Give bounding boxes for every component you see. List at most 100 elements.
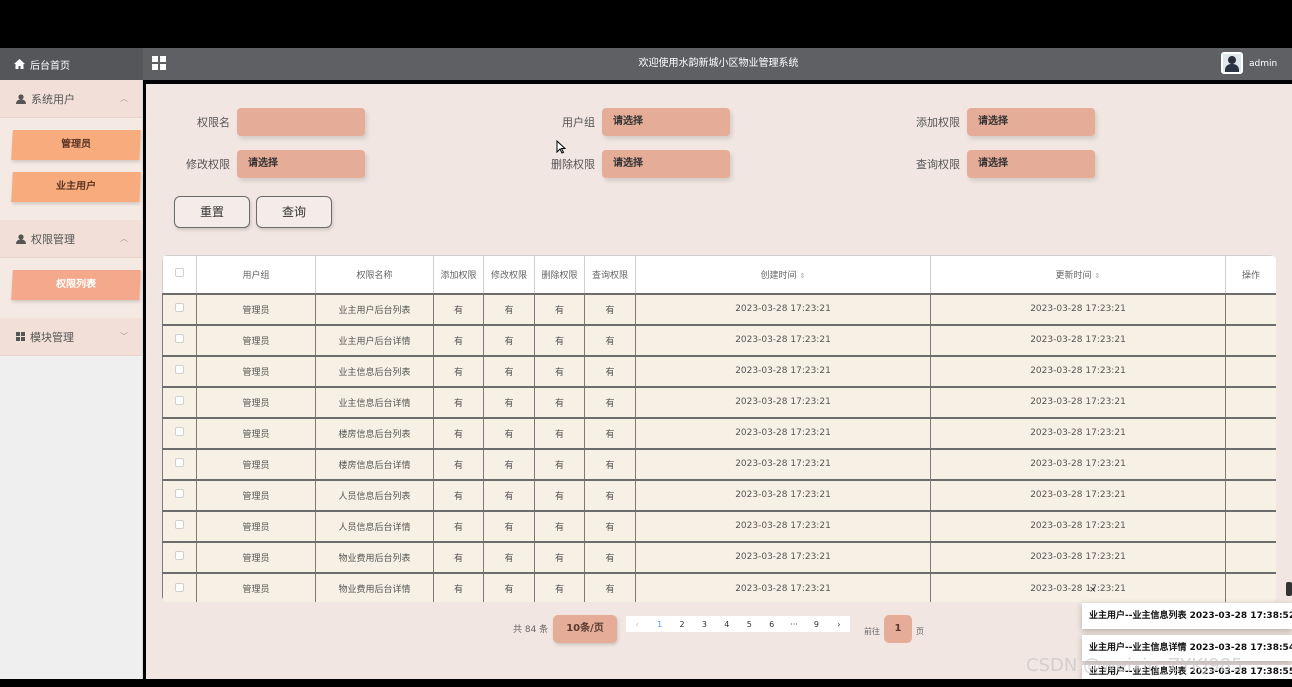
page-3[interactable]: 3 xyxy=(693,620,715,629)
user-icon xyxy=(16,233,26,244)
next-page-button[interactable]: › xyxy=(828,620,850,629)
sort-icon[interactable]: ⇕ xyxy=(1095,272,1101,280)
cell-select[interactable] xyxy=(162,385,197,418)
page-2[interactable]: 2 xyxy=(671,620,693,629)
page-scrollbar[interactable] xyxy=(1286,582,1292,596)
cell-perm-name: 业主信息后台列表 xyxy=(315,354,434,387)
cell-actions[interactable] xyxy=(1225,478,1276,511)
menu-permission-management[interactable]: 权限管理 ︿ xyxy=(0,220,142,258)
page-ellipsis[interactable]: ··· xyxy=(783,620,805,629)
sidebar-item-admin[interactable]: 管理员 xyxy=(11,130,141,160)
cell-select[interactable] xyxy=(162,447,197,480)
header-select-all[interactable] xyxy=(162,255,197,294)
edit-perm-select[interactable]: 请选择 xyxy=(237,150,365,178)
cell-perm-name: 业主用户后台列表 xyxy=(315,292,434,325)
sidebar-item-permission-list[interactable]: 权限列表 xyxy=(11,270,141,300)
header-created[interactable]: 创建时间 ⇕ xyxy=(635,255,931,294)
row-checkbox[interactable] xyxy=(175,303,184,312)
cell-edit: 有 xyxy=(483,323,535,356)
cell-created: 2023-03-28 17:23:21 xyxy=(635,509,931,542)
cell-actions[interactable] xyxy=(1225,385,1276,418)
page-4[interactable]: 4 xyxy=(716,620,738,629)
cell-user-group: 管理员 xyxy=(196,478,316,511)
cell-actions[interactable] xyxy=(1225,292,1276,325)
screen-bottom-border xyxy=(0,679,1292,687)
cell-select[interactable] xyxy=(162,571,197,602)
cell-actions[interactable] xyxy=(1225,447,1276,480)
cell-edit: 有 xyxy=(483,447,535,480)
table-row[interactable]: 管理员 楼房信息后台详情有有有有 2023-03-28 17:23:21 2023-0… xyxy=(162,447,1276,480)
cell-perm-name: 物业费用后台详情 xyxy=(315,571,434,602)
cell-select[interactable] xyxy=(162,509,197,542)
goto-page-input[interactable]: 1 xyxy=(884,615,912,643)
menu-system-users[interactable]: 系统用户 ︿ xyxy=(0,80,142,118)
row-checkbox[interactable] xyxy=(175,365,184,374)
row-checkbox[interactable] xyxy=(175,551,184,560)
row-checkbox[interactable] xyxy=(175,489,184,498)
chevron-down-icon: ﹀ xyxy=(120,332,128,341)
query-perm-select[interactable]: 请选择 xyxy=(967,150,1095,178)
cell-actions[interactable] xyxy=(1225,540,1276,573)
username[interactable]: admin xyxy=(1249,48,1277,80)
add-perm-select[interactable]: 请选择 xyxy=(967,108,1095,136)
user-group-select[interactable]: 请选择 xyxy=(602,108,730,136)
row-checkbox[interactable] xyxy=(175,458,184,467)
cell-select[interactable] xyxy=(162,354,197,387)
table-row[interactable]: 管理员 业主信息后台列表有有有有 2023-03-28 17:23:21 2023-0… xyxy=(162,354,1276,387)
cell-created: 2023-03-28 17:23:21 xyxy=(635,478,931,511)
cell-edit: 有 xyxy=(483,354,535,387)
menu-module-management[interactable]: 模块管理 ﹀ xyxy=(0,318,142,356)
search-button[interactable]: 查询 xyxy=(256,196,332,228)
page-5[interactable]: 5 xyxy=(738,620,760,629)
sidebar-item-owner-users[interactable]: 业主用户 xyxy=(11,172,141,202)
table-row[interactable]: 管理员 物业费用后台列表有有有有 2023-03-28 17:23:21 2023-0… xyxy=(162,540,1276,573)
cell-user-group: 管理员 xyxy=(196,323,316,356)
table-row[interactable]: 管理员 业主用户后台详情有有有有 2023-03-28 17:23:21 2023-0… xyxy=(162,323,1276,356)
delete-perm-select[interactable]: 请选择 xyxy=(602,150,730,178)
table-row[interactable]: 管理员 业主信息后台详情有有有有 2023-03-28 17:23:21 2023-0… xyxy=(162,385,1276,418)
cell-query: 有 xyxy=(584,385,636,418)
notification-close-icon[interactable]: × xyxy=(1089,585,1097,595)
row-checkbox[interactable] xyxy=(175,427,184,436)
select-all-checkbox[interactable] xyxy=(175,268,184,278)
header-actions: 操作 xyxy=(1225,255,1276,294)
cell-query: 有 xyxy=(584,323,636,356)
cell-delete: 有 xyxy=(534,354,585,387)
table-row[interactable]: 管理员 楼房信息后台列表有有有有 2023-03-28 17:23:21 2023-0… xyxy=(162,416,1276,449)
cell-delete: 有 xyxy=(534,478,585,511)
reset-button[interactable]: 重置 xyxy=(174,196,250,228)
table-row[interactable]: 管理员 人员信息后台列表有有有有 2023-03-28 17:23:21 2023-0… xyxy=(162,478,1276,511)
page-size-select[interactable]: 10条/页 xyxy=(553,615,617,643)
sort-icon[interactable]: ⇕ xyxy=(800,272,806,280)
cell-user-group: 管理员 xyxy=(196,292,316,325)
table-row[interactable]: 管理员 业主用户后台列表有有有有 2023-03-28 17:23:21 2023-0… xyxy=(162,292,1276,325)
prev-page-button[interactable]: ‹ xyxy=(626,620,648,629)
cell-actions[interactable] xyxy=(1225,509,1276,542)
page-9[interactable]: 9 xyxy=(805,620,827,629)
cell-select[interactable] xyxy=(162,416,197,449)
cell-add: 有 xyxy=(433,478,484,511)
row-checkbox[interactable] xyxy=(175,520,184,529)
header-updated[interactable]: 更新时间 ⇕ xyxy=(930,255,1226,294)
cell-actions[interactable] xyxy=(1225,354,1276,387)
cell-user-group: 管理员 xyxy=(196,416,316,449)
page-6[interactable]: 6 xyxy=(760,620,782,629)
table-row[interactable]: 管理员 人员信息后台详情有有有有 2023-03-28 17:23:21 2023-0… xyxy=(162,509,1276,542)
avatar[interactable] xyxy=(1221,52,1243,74)
cell-actions[interactable] xyxy=(1225,323,1276,356)
cell-select[interactable] xyxy=(162,323,197,356)
cell-perm-name: 业主用户后台详情 xyxy=(315,323,434,356)
table-row[interactable]: 管理员 物业费用后台详情有有有有 2023-03-28 17:23:21 2023-0… xyxy=(162,571,1276,602)
cell-actions[interactable] xyxy=(1225,571,1276,602)
row-checkbox[interactable] xyxy=(175,582,184,592)
cell-select[interactable] xyxy=(162,540,197,573)
cell-created: 2023-03-28 17:23:21 xyxy=(635,354,931,387)
cell-select[interactable] xyxy=(162,292,197,325)
cell-select[interactable] xyxy=(162,478,197,511)
user-icon xyxy=(16,93,26,104)
cell-actions[interactable] xyxy=(1225,416,1276,449)
perm-name-input[interactable] xyxy=(237,108,365,136)
row-checkbox[interactable] xyxy=(175,334,184,343)
page-1[interactable]: 1 xyxy=(648,620,670,629)
row-checkbox[interactable] xyxy=(175,396,184,405)
